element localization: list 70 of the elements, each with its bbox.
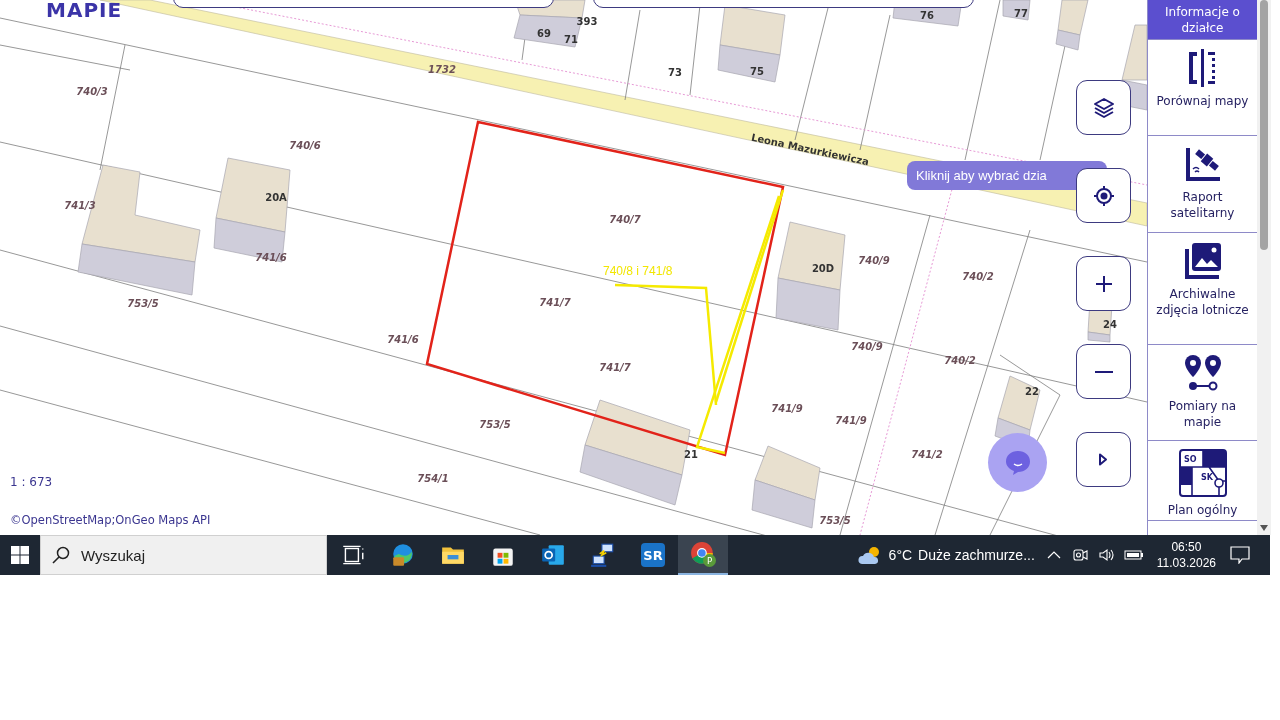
house-number: 393: [576, 16, 598, 27]
chrome-icon: P: [690, 541, 716, 567]
image-icon: [1182, 241, 1223, 281]
locate-button[interactable]: [1076, 168, 1131, 223]
house-number: 21: [684, 449, 698, 460]
house-number: 24: [1103, 319, 1117, 330]
house-number: 77: [1014, 8, 1028, 19]
parcel-number: 740/3: [76, 86, 108, 97]
battery-icon[interactable]: [1123, 547, 1144, 563]
scrollbar-thumb[interactable]: [1260, 0, 1268, 250]
parcel-number: 753/5: [479, 419, 511, 430]
house-number: 20D: [811, 263, 835, 274]
scrollbar[interactable]: [1257, 0, 1271, 535]
house-number: 71: [564, 34, 578, 45]
zoning-plan-icon: SO SK: [1178, 449, 1227, 497]
parcel-number: 753/5: [819, 515, 851, 526]
mail-app-icon: [540, 542, 566, 568]
zoom-out-button[interactable]: [1076, 344, 1131, 399]
search-field[interactable]: Wyszukaj: [40, 535, 327, 575]
house-number: 76: [920, 10, 934, 21]
house-number: 20A: [265, 192, 287, 203]
parcel-number: 740/6: [289, 140, 321, 151]
building: [1002, 0, 1031, 21]
minus-icon: [1094, 370, 1113, 373]
windows-logo-icon: [11, 546, 29, 564]
parcel-number: 741/7: [539, 297, 571, 308]
play-icon: [1099, 453, 1108, 466]
annotation-text: 740/8 i 741/8: [603, 264, 673, 278]
parcel-number: 741/3: [64, 200, 96, 211]
speaker-icon[interactable]: [1097, 547, 1114, 563]
layers-button[interactable]: [1076, 80, 1131, 135]
parcel-number: 741/6: [387, 334, 419, 345]
zoom-in-button[interactable]: [1076, 256, 1131, 311]
parcel-number: 741/9: [771, 403, 803, 414]
taskbar-app[interactable]: SR: [628, 535, 678, 575]
expand-button[interactable]: [1076, 432, 1131, 487]
parcel-number: 740/9: [851, 341, 883, 352]
search-icon: [52, 546, 70, 564]
house-number: 22: [1025, 386, 1039, 397]
locate-icon: [1091, 183, 1116, 208]
tooltip-text: Kliknij aby wybrać dzia: [916, 168, 1047, 183]
layers-icon: [1091, 95, 1116, 120]
app-title: MAPIE: [46, 0, 123, 20]
parcel-number: 740/2: [944, 355, 976, 366]
app-icon: SR: [641, 543, 665, 567]
network-computers-icon: [590, 542, 616, 568]
parcel-number: 741/6: [255, 252, 287, 263]
browser-icon: [390, 542, 416, 568]
weather-widget[interactable]: 6°C Duże zachmurze...: [850, 535, 1041, 575]
parcel-number: 741/2: [911, 449, 943, 460]
house-number: 69: [537, 28, 551, 39]
notification-icon[interactable]: [1230, 546, 1250, 564]
parcel-number: 740/7: [609, 214, 641, 225]
parcel-number: 740/9: [858, 255, 890, 266]
parcel-number: 753/5: [127, 298, 159, 309]
camera-icon[interactable]: [1071, 547, 1088, 563]
caret-icon: [1260, 525, 1268, 531]
parcel-number: 741/7: [599, 362, 631, 373]
clock[interactable]: 06:50 11.03.2026: [1156, 540, 1216, 570]
map-pins-icon: [1182, 353, 1223, 393]
parcel-number: 1732: [428, 64, 456, 75]
scale-label: 1 : 673: [10, 475, 53, 489]
house-number: 73: [668, 67, 682, 78]
plot-info-tab[interactable]: Informacje o działce: [1148, 0, 1257, 40]
building: [1055, 0, 1089, 51]
parcel-number: 740/2: [962, 271, 994, 282]
parcel-number: 741/9: [835, 415, 867, 426]
parcel-number: 754/1: [417, 473, 449, 484]
house-number: 75: [750, 66, 764, 77]
attribution-text: ©OpenStreetMap;OnGeo Maps API: [10, 513, 211, 527]
